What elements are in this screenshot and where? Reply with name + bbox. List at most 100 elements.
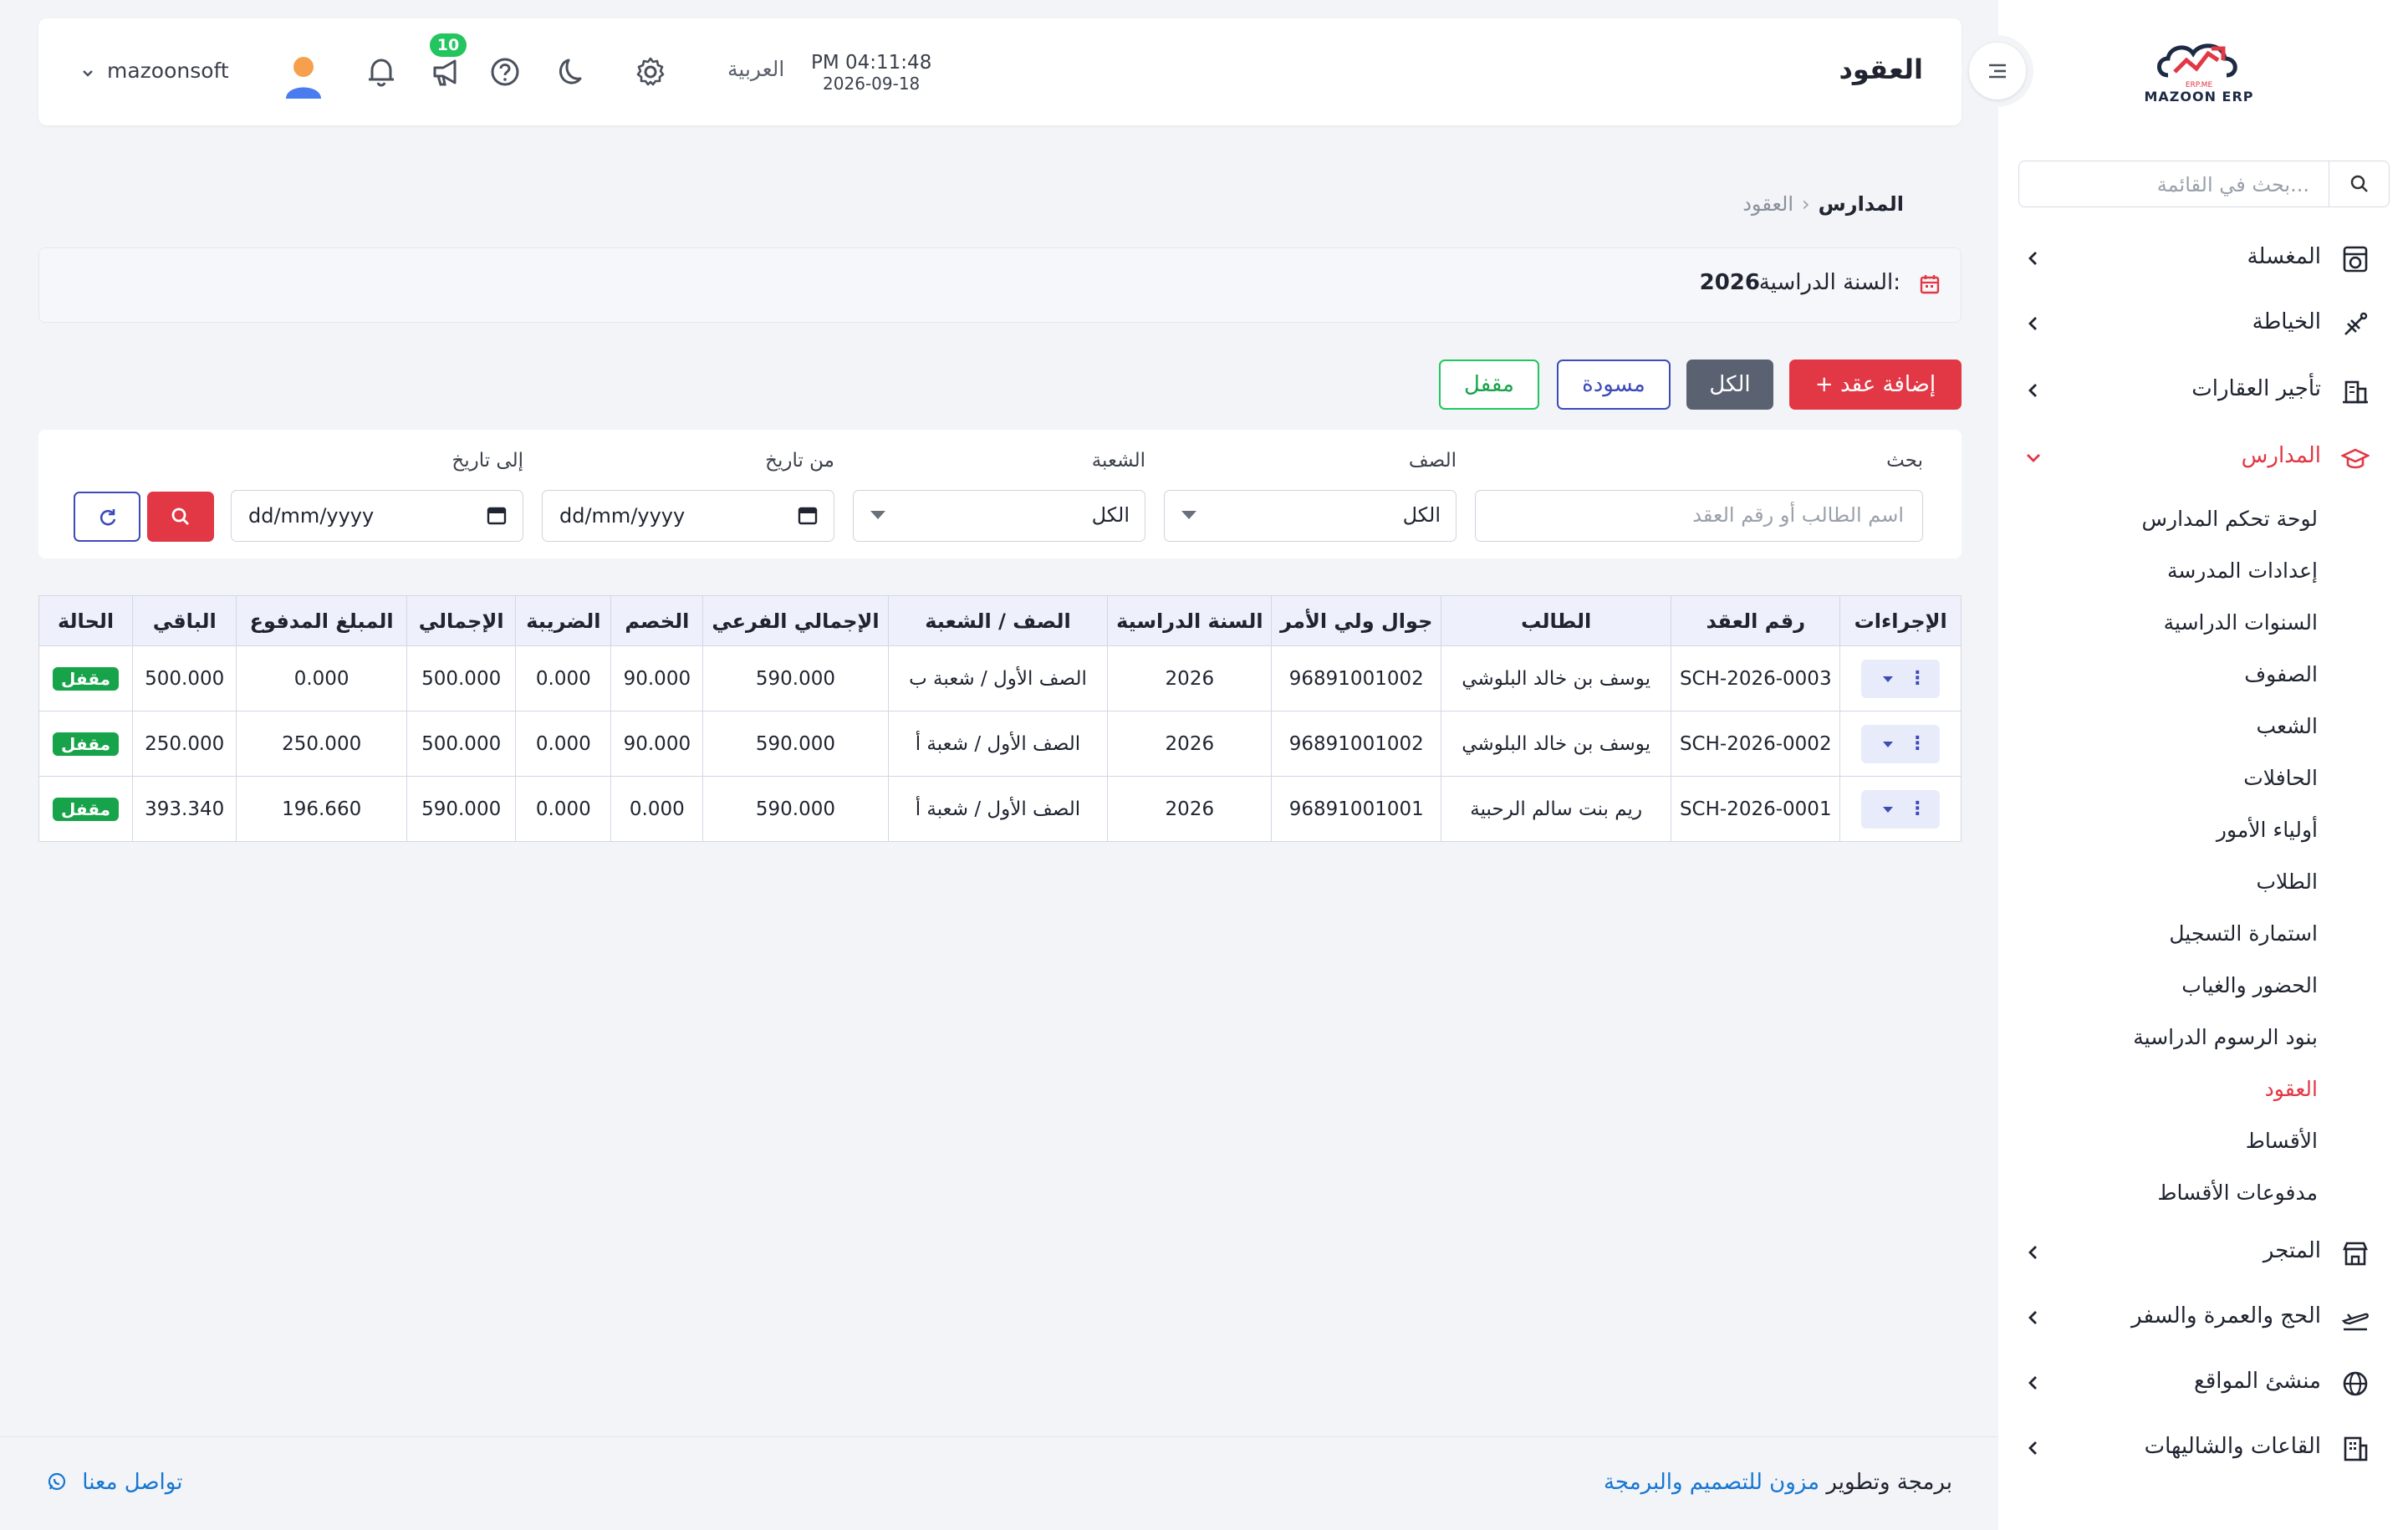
class-select[interactable]: الكل [1164,490,1457,542]
sidebar-item-label: المغسلة [2247,244,2321,269]
student-name: ريم بنت سالم الرحبية [1441,776,1672,842]
store-icon [2343,1242,2368,1266]
row-actions-button[interactable]: ⋮ [1861,724,1941,763]
col-status[interactable]: الحالة [38,595,134,646]
col-discount[interactable]: الخصم [610,595,704,646]
language-switch[interactable]: العربية [727,57,784,81]
footer-credit-link[interactable]: مزون للتصميم والبرمجة [1604,1470,1819,1495]
discount-cell: 90.000 [610,645,704,711]
contract-number-link[interactable]: SCH-2026-0001 [1671,776,1841,842]
sidebar-sub-dashboard[interactable]: لوحة تحكم المدارس [2142,507,2319,531]
sidebar-item-schools[interactable]: المدارس [2018,441,2370,477]
gear-icon[interactable] [632,54,669,90]
col-remaining[interactable]: الباقي [132,595,237,646]
sidebar-sub-classes[interactable]: الصفوف [2244,662,2318,686]
row-actions-button[interactable]: ⋮ [1861,789,1941,829]
sidebar-sub-students[interactable]: الطلاب [2256,870,2318,894]
section-select[interactable]: الكل [853,490,1145,542]
avatar[interactable] [283,54,324,100]
guardian-phone-link[interactable]: 96891001002 [1271,711,1442,777]
to-date-input[interactable]: dd/mm/yyyy [231,490,523,542]
sidebar-item-laundry[interactable]: المغسلة [2018,242,2370,278]
col-student[interactable]: الطالب [1441,595,1672,646]
section-label: الشعبة [1091,450,1145,472]
academic-year-cell: 2026 [1107,776,1273,842]
chevron-down-icon[interactable] [80,65,95,80]
bell-icon[interactable] [363,54,400,90]
calendar-icon[interactable] [797,504,819,526]
sidebar-sub-fee-items[interactable]: بنود الرسوم الدراسية [2133,1025,2318,1049]
add-contract-button[interactable]: + إضافة عقد [1789,360,1962,410]
sidebar-item-real-estate[interactable]: تأجير العقارات [2018,374,2370,411]
col-academic-year[interactable]: السنة الدراسية [1107,595,1273,646]
laundry-icon [2343,246,2368,273]
sidebar-toggle-inner [1969,43,2026,99]
sidebar-sub-attendance[interactable]: الحضور والغياب [2181,973,2318,997]
sidebar-search-button[interactable] [2329,161,2389,207]
contract-number-link[interactable]: SCH-2026-0002 [1671,711,1841,777]
sidebar-toggle-button[interactable] [1962,35,2033,107]
chevron-down-icon [2027,454,2040,462]
brand-name: MAZOON ERP [2144,89,2254,105]
sidebar-search-input[interactable]: بحث في القائمة... [2018,161,2390,207]
megaphone-icon[interactable] [428,54,465,90]
col-guardian-phone[interactable]: جوال ولي الأمر [1271,595,1442,646]
sidebar-sub-sections[interactable]: الشعب [2257,714,2318,738]
sidebar-sub-installments[interactable]: الأقساط [2246,1129,2318,1153]
sidebar-item-travel[interactable]: الحج والعمرة والسفر [2018,1301,2370,1338]
col-class-section[interactable]: الصف / الشعبة [887,595,1109,646]
col-tax[interactable]: الضريبة [515,595,612,646]
guardian-phone-link[interactable]: 96891001002 [1271,645,1442,711]
sidebar-item-label: القاعات والشاليهات [2144,1434,2321,1459]
chevron-left-icon [2028,252,2037,265]
row-actions-button[interactable]: ⋮ [1861,659,1941,698]
page-title: العقود [1839,54,1923,85]
sidebar-sub-buses[interactable]: الحافلات [2243,766,2318,790]
sidebar-item-site-builder[interactable]: منشئ المواقع [2018,1366,2370,1403]
more-icon: ⋮ [1908,667,1927,689]
hall-icon [2344,1436,2368,1461]
sidebar-sub-registration-form[interactable]: استمارة التسجيل [2169,921,2318,946]
col-contract-no[interactable]: رقم العقد [1671,595,1841,646]
academic-year-label: السنة الدراسية: [1758,270,1900,295]
contact-us-link[interactable]: تواصل معنا [47,1470,182,1495]
search-icon [2350,175,2368,192]
status-badge: مقفل [53,797,120,821]
search-button[interactable] [147,492,214,542]
username[interactable]: mazoonsoft [107,59,229,83]
reset-button[interactable] [74,492,140,542]
sidebar-item-label: تأجير العقارات [2191,376,2321,401]
moon-icon[interactable] [555,54,592,90]
table-row: ⋮ SCH-2026-0001 ريم بنت سالم الرحبية 968… [38,776,1962,842]
breadcrumb-parent[interactable]: المدارس [1819,192,1904,216]
from-date-input[interactable]: dd/mm/yyyy [542,490,834,542]
calendar-icon [1920,275,1940,294]
filter-draft-button[interactable]: مسودة [1557,360,1671,410]
sidebar-item-store[interactable]: المتجر [2018,1236,2370,1272]
sidebar-item-halls[interactable]: القاعات والشاليهات [2018,1431,2370,1468]
contract-number-link[interactable]: SCH-2026-0003 [1671,645,1841,711]
filter-locked-button[interactable]: مقفل [1439,360,1539,410]
remaining-cell: 393.340 [132,776,237,842]
col-subtotal[interactable]: الإجمالي الفرعي [702,595,889,646]
guardian-phone-link[interactable]: 96891001001 [1271,776,1442,842]
help-icon[interactable] [487,54,523,90]
sidebar-item-tailoring[interactable]: الخياطة [2018,307,2370,344]
footer-credit-prefix: برمجة وتطوير [1826,1470,1952,1495]
calendar-icon[interactable] [486,504,508,526]
sidebar-sub-contracts[interactable]: العقود [2265,1077,2318,1101]
remaining-cell: 250.000 [132,711,237,777]
caret-down-icon [870,511,885,519]
sidebar-sub-guardians[interactable]: أولياء الأمور [2217,818,2318,842]
search-input[interactable]: اسم الطالب أو رقم العقد [1475,490,1923,542]
brand-logo[interactable]: ERP.ME MAZOON ERP [2140,35,2258,110]
sidebar-sub-academic-years[interactable]: السنوات الدراسية [2164,610,2318,635]
sidebar-sub-school-settings[interactable]: إعدادات المدرسة [2167,558,2318,583]
filter-all-button[interactable]: الكل [1686,360,1773,410]
notification-badge: 10 [430,33,467,57]
sidebar-sub-installment-payments[interactable]: مدفوعات الأقساط [2157,1181,2318,1205]
chevron-left-icon [2028,1441,2037,1455]
col-paid[interactable]: المبلغ المدفوع [236,595,407,646]
to-date-label: إلى تاريخ [452,450,523,472]
col-total[interactable]: الإجمالي [406,595,517,646]
